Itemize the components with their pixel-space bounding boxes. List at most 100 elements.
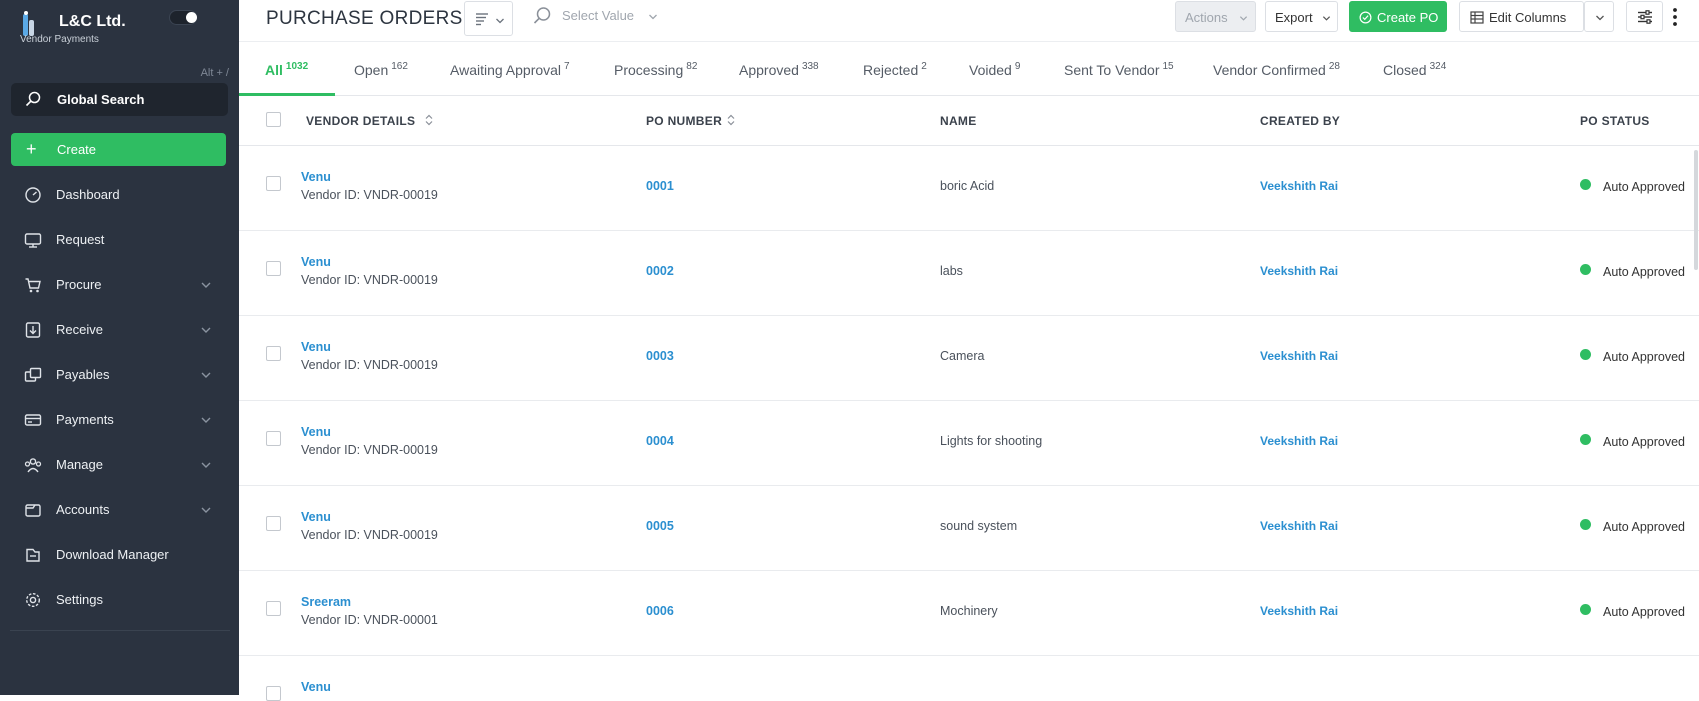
created-by-link[interactable]: Veekshith Rai	[1260, 349, 1338, 363]
row-checkbox[interactable]	[266, 516, 281, 531]
status-dot	[1580, 179, 1591, 190]
row-checkbox[interactable]	[266, 176, 281, 191]
row-checkbox[interactable]	[266, 431, 281, 446]
sidebar-item-download-manager[interactable]: Download Manager	[0, 535, 239, 575]
sidebar-item-payables[interactable]: Payables	[0, 355, 239, 395]
global-search[interactable]: Global Search	[11, 83, 228, 116]
vendor-name-link[interactable]: Venu	[301, 170, 331, 184]
tab-vendor-confirmed[interactable]: Vendor Confirmed 28	[1213, 61, 1340, 78]
tab-voided[interactable]: Voided 9	[969, 61, 1020, 78]
row-checkbox[interactable]	[266, 261, 281, 276]
po-number-link[interactable]: 0004	[646, 434, 674, 448]
dashboard-icon	[25, 187, 41, 203]
filter-settings-button[interactable]	[1626, 1, 1663, 32]
column-vendor-details[interactable]: VENDOR DETAILS	[306, 114, 433, 128]
created-by-link[interactable]: Veekshith Rai	[1260, 264, 1338, 278]
vendor-id: Vendor ID: VNDR-00019	[301, 358, 438, 372]
vendor-name-link[interactable]: Venu	[301, 510, 331, 524]
sidebar-item-payments[interactable]: Payments	[0, 400, 239, 440]
tab-approved[interactable]: Approved 338	[739, 61, 819, 78]
sidebar-item-manage[interactable]: Manage	[0, 445, 239, 485]
chevron-down-icon[interactable]	[648, 12, 658, 22]
more-options-icon[interactable]	[1671, 7, 1679, 27]
column-name[interactable]: NAME	[940, 114, 977, 128]
table-row[interactable]: Sreeram Vendor ID: VNDR-00001 0006 Mochi…	[239, 571, 1699, 656]
column-label: VENDOR DETAILS	[306, 114, 416, 128]
vendor-name-link[interactable]: Venu	[301, 340, 331, 354]
sidebar-item-procure[interactable]: Procure	[0, 265, 239, 305]
status-tabs: All 1032 Open 162 Awaiting Approval 7 Proce…	[239, 41, 1699, 96]
created-by-link[interactable]: Veekshith Rai	[1260, 434, 1338, 448]
actions-button[interactable]: Actions	[1175, 1, 1256, 32]
sidebar-item-label: Dashboard	[56, 187, 120, 202]
actions-label: Actions	[1185, 10, 1228, 25]
chevron-down-icon	[201, 507, 211, 513]
edit-columns-dropdown[interactable]	[1584, 1, 1614, 32]
tab-open[interactable]: Open 162	[354, 61, 408, 78]
tab-rejected[interactable]: Rejected 2	[863, 61, 927, 78]
po-number-link[interactable]: 0005	[646, 519, 674, 533]
tab-awaiting-approval[interactable]: Awaiting Approval 7	[450, 61, 570, 78]
brand-name: L&C Ltd.	[59, 13, 126, 30]
export-label: Export	[1275, 10, 1313, 25]
created-by-link[interactable]: Veekshith Rai	[1260, 519, 1338, 533]
vendor-name-link[interactable]: Venu	[301, 680, 331, 694]
tab-all[interactable]: All 1032	[265, 61, 308, 78]
sidebar-item-request[interactable]: Request	[0, 220, 239, 260]
table-row[interactable]: Venu Vendor ID: VNDR-00019 0005 sound sy…	[239, 486, 1699, 571]
payables-icon	[24, 367, 42, 382]
table-row[interactable]: Venu Vendor ID: VNDR-00019 0002 labs Vee…	[239, 231, 1699, 316]
settings-icon	[25, 592, 41, 608]
tab-label: Processing	[614, 62, 684, 78]
vendor-name-link[interactable]: Venu	[301, 255, 331, 269]
row-checkbox[interactable]	[266, 601, 281, 616]
export-button[interactable]: Export	[1265, 1, 1338, 32]
created-by-link[interactable]: Veekshith Rai	[1260, 179, 1338, 193]
po-name: labs	[940, 264, 963, 278]
vertical-scrollbar[interactable]	[1694, 150, 1698, 270]
sidebar-item-label: Download Manager	[56, 547, 169, 562]
table-row[interactable]: Venu Vendor ID: VNDR-00019 0004 Lights f…	[239, 401, 1699, 486]
theme-toggle[interactable]	[169, 10, 197, 25]
po-status: Auto Approved	[1603, 520, 1686, 534]
column-created-by[interactable]: CREATED BY	[1260, 114, 1340, 128]
sidebar-item-label: Receive	[56, 322, 103, 337]
status-dot	[1580, 349, 1591, 360]
tab-sent-to-vendor[interactable]: Sent To Vendor 15	[1064, 61, 1174, 78]
table-row[interactable]: Venu Vendor ID: VNDR-00019 0001 boric Ac…	[239, 146, 1699, 231]
edit-columns-button[interactable]: Edit Columns	[1459, 1, 1584, 32]
status-dot	[1580, 434, 1591, 445]
tab-closed[interactable]: Closed 324	[1383, 61, 1446, 78]
select-all-checkbox[interactable]	[266, 112, 281, 127]
created-by-link[interactable]: Veekshith Rai	[1260, 604, 1338, 618]
vendor-name-link[interactable]: Sreeram	[301, 595, 351, 609]
table-header: VENDOR DETAILS PO NUMBER NAME CREATED BY…	[239, 96, 1699, 146]
column-po-number[interactable]: PO NUMBER	[646, 114, 735, 128]
po-number-link[interactable]: 0002	[646, 264, 674, 278]
tab-processing[interactable]: Processing 82	[614, 61, 697, 78]
sidebar-item-accounts[interactable]: Accounts	[0, 490, 239, 530]
table-row[interactable]: Venu Vendor ID: VNDR-00019 0003 Camera V…	[239, 316, 1699, 401]
sidebar-item-label: Accounts	[56, 502, 110, 517]
row-checkbox[interactable]	[266, 346, 281, 361]
po-number-link[interactable]: 0006	[646, 604, 674, 618]
sidebar-item-receive[interactable]: Receive	[0, 310, 239, 350]
sidebar-item-dashboard[interactable]: Dashboard	[0, 175, 239, 215]
vendor-id: Vendor ID: VNDR-00001	[301, 613, 438, 627]
sidebar-item-settings[interactable]: Settings	[0, 580, 239, 620]
row-checkbox[interactable]	[266, 686, 281, 701]
po-number-link[interactable]: 0001	[646, 179, 674, 193]
select-value-input[interactable]: Select Value	[562, 8, 634, 23]
create-po-button[interactable]: Create PO	[1349, 1, 1447, 32]
tab-label: Sent To Vendor	[1064, 62, 1160, 78]
po-number-link[interactable]: 0003	[646, 349, 674, 363]
sort-icon	[727, 114, 735, 126]
vendor-name-link[interactable]: Venu	[301, 425, 331, 439]
table-row[interactable]: Venu	[239, 656, 1699, 701]
create-button[interactable]: + Create	[11, 133, 226, 166]
sidebar-item-label: Payments	[56, 412, 114, 427]
column-po-status[interactable]: PO STATUS	[1580, 114, 1650, 128]
sidebar-divider	[10, 630, 230, 631]
cart-icon	[25, 278, 41, 293]
view-filter-button[interactable]	[464, 1, 513, 36]
